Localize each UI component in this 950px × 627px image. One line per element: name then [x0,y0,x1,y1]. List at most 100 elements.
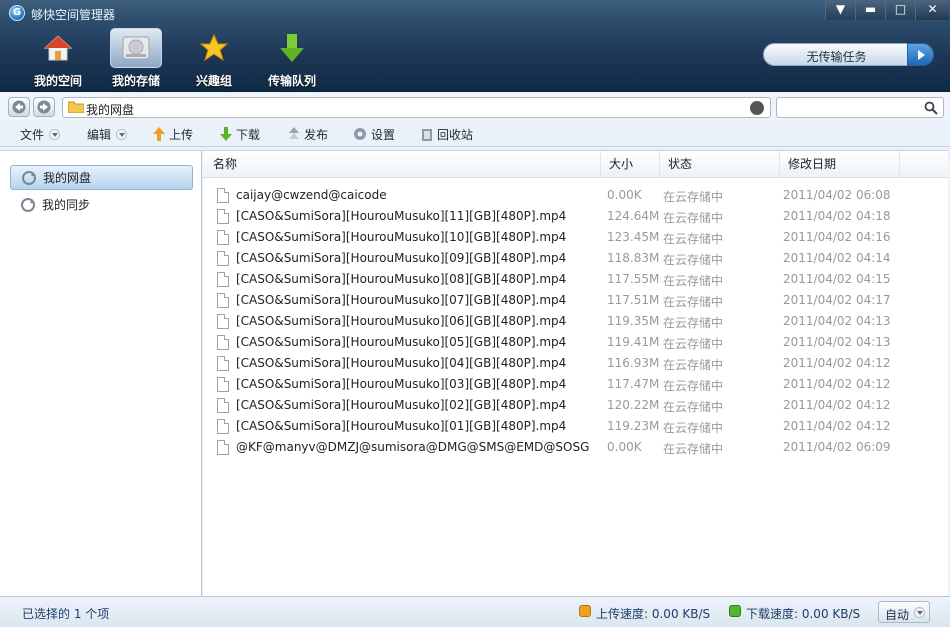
file-icon [217,209,229,224]
file-modified-date: 2011/04/02 06:08 [783,188,891,202]
file-modified-date: 2011/04/02 04:18 [783,209,891,223]
address-bar[interactable]: 我的网盘 [62,97,771,118]
file-icon [217,440,229,455]
file-size: 119.35M [607,314,660,328]
main-nav: 我的空间 我的存储 兴趣组 传输队列 [20,28,332,88]
file-status: 在云存储中 [663,190,724,204]
file-size: 124.64M [607,209,660,223]
nav-interest-group[interactable]: 兴趣组 [176,28,252,88]
column-header: 名称 大小 状态 修改日期 [203,151,948,178]
column-size[interactable]: 大小 [601,151,660,178]
table-row[interactable]: [CASO&SumiSora][HourouMusuko][03][GB][48… [203,374,948,395]
file-size: 0.00K [607,188,642,202]
table-row[interactable]: [CASO&SumiSora][HourouMusuko][11][GB][48… [203,206,948,227]
file-size: 117.51M [607,293,660,307]
file-modified-date: 2011/04/02 06:09 [783,440,891,454]
upload-button[interactable]: 上传 [153,125,193,143]
sidebar-item-my-netdisk[interactable]: 我的网盘 [10,165,193,190]
column-status[interactable]: 状态 [660,151,780,178]
close-button[interactable]: ✕ [915,0,949,20]
sidebar-item-my-sync[interactable]: 我的同步 [10,192,193,217]
file-size: 120.22M [607,398,660,412]
window-title: 够快空间管理器 [31,8,116,22]
file-icon [217,230,229,245]
title-bar: G 够快空间管理器 ▼ ▬ □ ✕ [0,0,950,26]
sync-icon [21,197,35,212]
settings-button[interactable]: 设置 [353,125,395,143]
nav-my-storage[interactable]: 我的存储 [98,28,174,88]
upload-arrow-icon [153,127,165,141]
file-name: @KF@manyv@DMZJ@sumisora@DMG@SMS@EMD@SOSG [236,440,590,454]
forward-arrow-icon [37,100,51,114]
table-row[interactable]: [CASO&SumiSora][HourouMusuko][07][GB][48… [203,290,948,311]
file-name: [CASO&SumiSora][HourouMusuko][02][GB][48… [236,398,567,412]
file-name: [CASO&SumiSora][HourouMusuko][06][GB][48… [236,314,567,328]
table-row[interactable]: [CASO&SumiSora][HourouMusuko][08][GB][48… [203,269,948,290]
table-row[interactable]: [CASO&SumiSora][HourouMusuko][10][GB][48… [203,227,948,248]
table-row[interactable]: [CASO&SumiSora][HourouMusuko][04][GB][48… [203,353,948,374]
column-modified-date[interactable]: 修改日期 [780,151,900,178]
file-icon [217,377,229,392]
file-status: 在云存储中 [663,358,724,372]
file-modified-date: 2011/04/02 04:12 [783,356,891,370]
file-modified-date: 2011/04/02 04:12 [783,377,891,391]
gear-icon [354,128,366,140]
file-modified-date: 2011/04/02 04:12 [783,398,891,412]
file-icon [217,272,229,287]
file-list: 名称 大小 状态 修改日期 caijay@cwzend@caicode 0.00K… [203,150,948,596]
table-row[interactable]: [CASO&SumiSora][HourouMusuko][09][GB][48… [203,248,948,269]
file-modified-date: 2011/04/02 04:16 [783,230,891,244]
address-path: 我的网盘 [86,103,135,117]
search-icon[interactable] [924,101,938,115]
recycle-bin-button[interactable]: 回收站 [421,125,473,143]
maximize-button[interactable]: □ [885,0,915,20]
file-size: 116.93M [607,356,660,370]
file-name: [CASO&SumiSora][HourouMusuko][07][GB][48… [236,293,567,307]
hard-drive-icon [122,36,150,60]
chevron-down-icon [116,128,128,140]
download-button[interactable]: 下载 [220,125,260,143]
file-name: [CASO&SumiSora][HourouMusuko][01][GB][48… [236,419,567,433]
edit-menu[interactable]: 编辑 [87,125,128,143]
app-logo-icon: G [9,5,25,21]
nav-my-space[interactable]: 我的空间 [20,28,96,88]
table-row[interactable]: caijay@cwzend@caicode 0.00K 在云存储中 2011/04/0… [203,185,948,206]
file-modified-date: 2011/04/02 04:15 [783,272,891,286]
download-speed: 下载速度: 0.00 KB/S [746,607,861,621]
selection-count: 已选择的 1 个项 [22,607,110,621]
table-row[interactable]: @KF@manyv@DMZJ@sumisora@DMG@SMS@EMD@SOSG… [203,437,948,458]
recycle-bin-icon [422,129,432,141]
chevron-down-icon [49,128,61,140]
nav-transfer-queue[interactable]: 传输队列 [254,28,330,88]
refresh-icon[interactable] [750,101,764,115]
file-status: 在云存储中 [663,379,724,393]
back-button[interactable] [8,97,30,117]
file-icon [217,356,229,371]
toolbar: 文件 编辑 上传 下载 发布 设置 回收站 [0,120,950,147]
status-bar: 已选择的 1 个项 上传速度: 0.00 KB/S 下载速度: 0.00 KB/… [0,596,950,627]
column-name[interactable]: 名称 [203,151,601,178]
forward-button[interactable] [33,97,55,117]
file-status: 在云存储中 [663,211,724,225]
table-row[interactable]: [CASO&SumiSora][HourouMusuko][02][GB][48… [203,395,948,416]
file-status: 在云存储中 [663,316,724,330]
play-arrow-icon[interactable] [907,43,934,66]
table-row[interactable]: [CASO&SumiSora][HourouMusuko][01][GB][48… [203,416,948,437]
file-name: caijay@cwzend@caicode [236,188,387,202]
file-size: 118.83M [607,251,660,265]
file-menu[interactable]: 文件 [20,125,61,143]
file-status: 在云存储中 [663,337,724,351]
file-modified-date: 2011/04/02 04:13 [783,335,891,349]
file-icon [217,293,229,308]
menu-dropdown-button[interactable]: ▼ [825,0,855,20]
table-row[interactable]: [CASO&SumiSora][HourouMusuko][06][GB][48… [203,311,948,332]
download-arrow-icon [220,127,232,141]
publish-button[interactable]: 发布 [288,125,328,143]
search-input[interactable] [776,97,944,118]
upload-speed-icon [579,605,591,617]
speed-mode-select[interactable]: 自动 [878,601,930,623]
transfer-task-button[interactable]: 无传输任务 [763,43,934,66]
file-status: 在云存储中 [663,274,724,288]
table-row[interactable]: [CASO&SumiSora][HourouMusuko][05][GB][48… [203,332,948,353]
minimize-button[interactable]: ▬ [855,0,885,20]
